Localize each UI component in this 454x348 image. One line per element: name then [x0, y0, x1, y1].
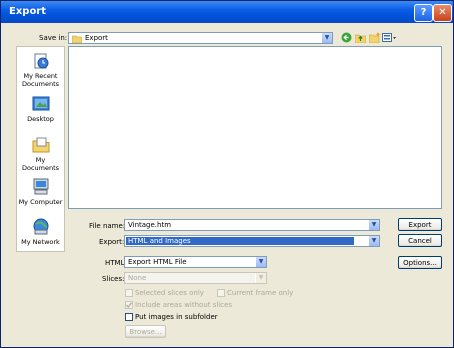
- help-button[interactable]: ?: [414, 4, 433, 22]
- export-type-label: Export:: [99, 238, 125, 246]
- put-images-subfolder-label: Put images in subfolder: [135, 313, 218, 321]
- file-name-label: File name:: [89, 222, 126, 230]
- place-label: My Recent Documents: [21, 72, 60, 88]
- my-documents-icon: [32, 137, 49, 153]
- place-label: My Network: [21, 238, 60, 246]
- slices-value: None: [128, 274, 147, 282]
- file-name-value: Vintage.htm: [128, 221, 172, 229]
- save-in-value: Export: [85, 34, 108, 42]
- export-button[interactable]: Export: [398, 218, 442, 231]
- options-button[interactable]: Options...: [398, 256, 442, 269]
- back-icon[interactable]: [341, 32, 352, 43]
- close-button[interactable]: ✕: [433, 4, 452, 22]
- save-in-label: Save in:: [39, 34, 68, 42]
- desktop-icon: [32, 96, 49, 111]
- html-value: Export HTML File: [128, 258, 187, 266]
- browse-button[interactable]: Browse...: [125, 325, 166, 338]
- chevron-down-icon[interactable]: ▼: [368, 236, 379, 246]
- places-bar: My Recent Documents Desktop My Documents…: [16, 46, 65, 252]
- export-type-dropdown[interactable]: HTML and Images ▼: [124, 235, 380, 247]
- selected-slices-only-label: Selected slices only: [135, 289, 204, 297]
- include-areas-label: Include areas without slices: [135, 301, 233, 309]
- up-folder-icon[interactable]: [355, 32, 366, 43]
- slices-dropdown[interactable]: None ▼: [124, 272, 267, 284]
- chevron-down-icon[interactable]: ▼: [368, 220, 379, 230]
- file-name-field[interactable]: Vintage.htm ▼: [124, 219, 380, 231]
- my-network-icon: [33, 218, 48, 235]
- chevron-down-icon[interactable]: ▼: [255, 273, 266, 283]
- cancel-button[interactable]: Cancel: [398, 234, 442, 247]
- recent-documents-icon: [34, 53, 48, 69]
- current-frame-only-checkbox[interactable]: [217, 289, 225, 297]
- place-my-network[interactable]: My Network: [17, 218, 64, 246]
- save-in-dropdown[interactable]: Export ▼: [68, 32, 333, 44]
- file-list[interactable]: [68, 46, 442, 209]
- selected-slices-only-checkbox[interactable]: [125, 289, 133, 297]
- put-images-subfolder-checkbox[interactable]: [125, 313, 133, 321]
- window-title: Export: [9, 6, 47, 17]
- export-type-value: HTML and Images: [128, 237, 191, 245]
- place-label: My Documents: [21, 156, 60, 172]
- checkmark-icon: [126, 302, 132, 308]
- my-computer-icon: [33, 178, 48, 195]
- place-label: Desktop: [27, 115, 54, 123]
- export-dialog: Export ? ✕ Save in: Export ▼ My Recent D…: [0, 0, 454, 348]
- chevron-down-icon[interactable]: ▼: [255, 257, 266, 267]
- place-label: My Computer: [18, 198, 63, 206]
- place-my-computer[interactable]: My Computer: [17, 178, 64, 206]
- slices-label: Slices:: [102, 275, 125, 283]
- current-frame-only-label: Current frame only: [227, 289, 294, 297]
- html-dropdown[interactable]: Export HTML File ▼: [124, 256, 267, 268]
- chevron-down-icon[interactable]: ▼: [321, 33, 332, 43]
- place-my-documents[interactable]: My Documents: [17, 136, 64, 172]
- place-desktop[interactable]: Desktop: [17, 95, 64, 123]
- folder-icon: [72, 35, 82, 43]
- place-recent-documents[interactable]: My Recent Documents: [17, 52, 64, 88]
- title-bar[interactable]: Export ? ✕: [1, 1, 453, 23]
- include-areas-checkbox[interactable]: [125, 301, 133, 309]
- new-folder-icon[interactable]: [369, 32, 381, 43]
- views-menu-icon[interactable]: [382, 32, 396, 43]
